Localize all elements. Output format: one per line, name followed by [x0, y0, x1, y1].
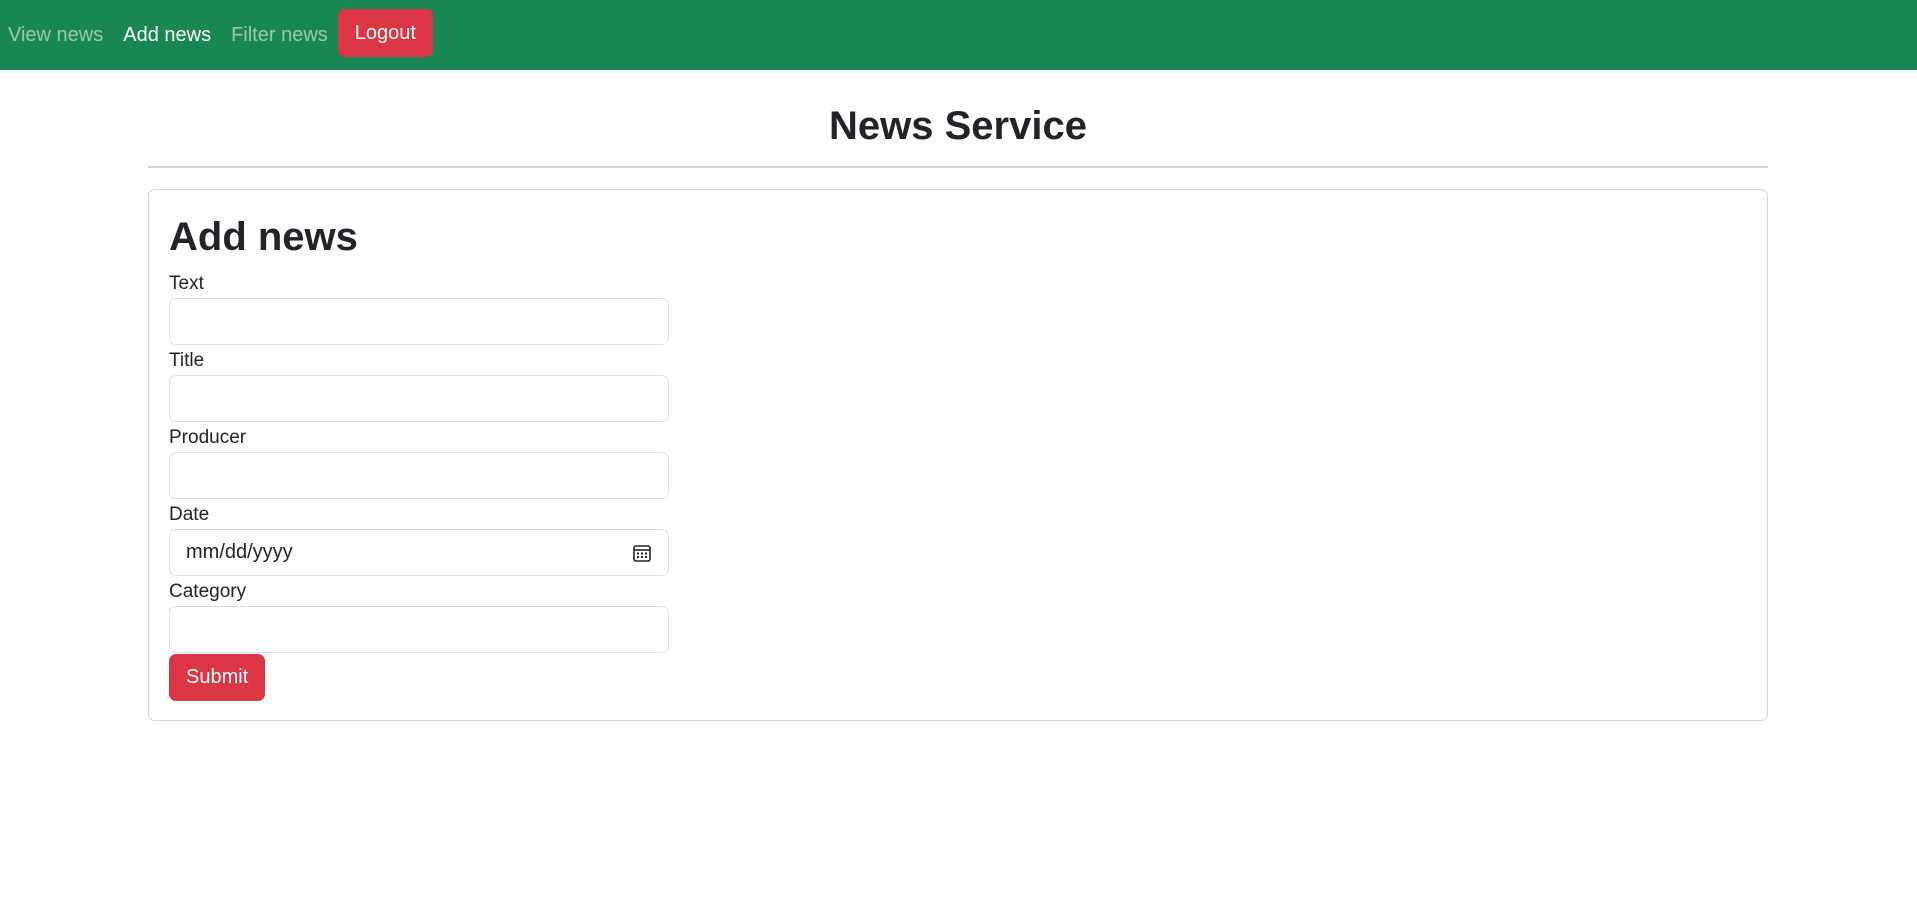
date-label: Date	[169, 504, 210, 525]
producer-label: Producer	[169, 427, 247, 448]
nav-filter-news[interactable]: Filter news	[231, 24, 328, 47]
logout-button[interactable]: Logout	[337, 9, 433, 57]
category-input[interactable]	[169, 606, 669, 653]
add-news-card: Add news Text Title Producer Date mm/dd/…	[148, 189, 1768, 721]
category-label: Category	[169, 581, 247, 602]
text-input[interactable]	[169, 298, 669, 345]
navbar: View news Add news Filter news Logout	[0, 0, 1917, 70]
title-input[interactable]	[169, 375, 669, 422]
title-label: Title	[169, 350, 205, 371]
nav-add-news[interactable]: Add news	[123, 24, 211, 47]
text-label: Text	[169, 273, 204, 294]
page-title: News Service	[829, 104, 1087, 148]
date-input[interactable]: mm/dd/yyyy	[169, 529, 669, 576]
date-placeholder: mm/dd/yyyy	[186, 541, 293, 563]
form-title: Add news	[169, 215, 358, 259]
calendar-icon[interactable]	[632, 543, 652, 563]
submit-button[interactable]: Submit	[169, 654, 266, 701]
title-divider	[148, 166, 1768, 168]
nav-view-news[interactable]: View news	[8, 24, 103, 47]
producer-input[interactable]	[169, 452, 669, 499]
